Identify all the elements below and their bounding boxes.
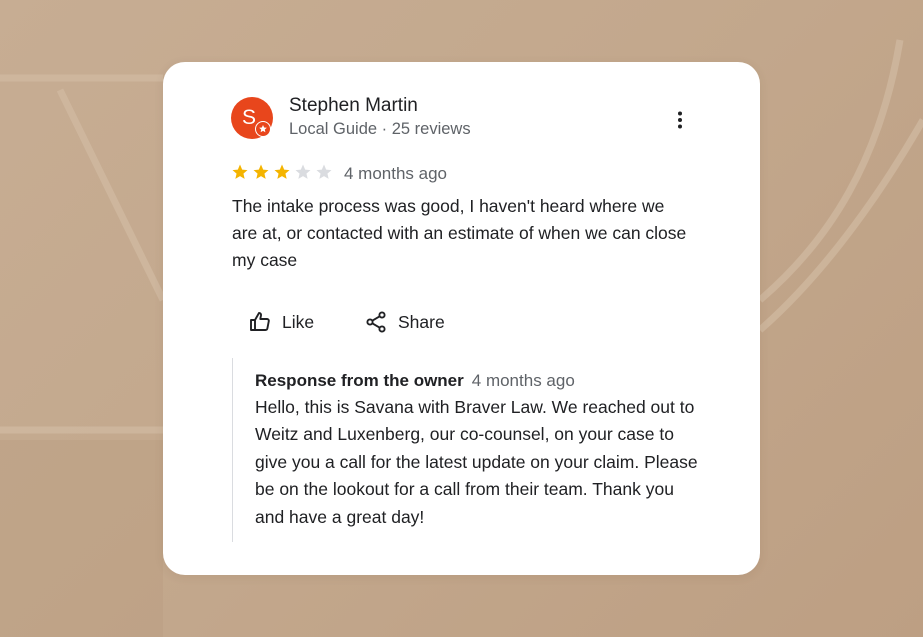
reviewer-name[interactable]: Stephen Martin	[289, 95, 418, 117]
share-icon	[366, 311, 386, 333]
review-card: S Stephen Martin Local Guide · 25 review…	[163, 62, 760, 575]
star-filled-icon	[232, 164, 248, 179]
more-options-button[interactable]	[666, 106, 694, 134]
star-empty-icon	[295, 164, 311, 179]
like-button[interactable]: Like	[248, 308, 314, 336]
thumb-up-outline-icon	[250, 312, 270, 331]
owner-response-title: Response from the owner	[255, 371, 464, 390]
owner-response-header: Response from the owner 4 months ago	[255, 371, 575, 391]
local-guide-star-icon	[255, 121, 271, 137]
owner-response-time: 4 months ago	[471, 371, 575, 390]
owner-response: Response from the owner 4 months ago Hell…	[232, 358, 703, 542]
avatar[interactable]: S	[231, 97, 273, 139]
review-time: 4 months ago	[344, 164, 448, 183]
reviewer-meta: Local Guide · 25 reviews	[289, 120, 471, 138]
star-empty-icon	[316, 164, 332, 179]
star-filled-icon	[274, 164, 290, 179]
star-rating	[231, 163, 333, 183]
owner-response-text: Hello, this is Savana with Braver Law. W…	[255, 397, 698, 527]
share-button[interactable]: Share	[364, 308, 445, 336]
star-filled-icon	[253, 164, 269, 179]
like-label: Like	[282, 311, 315, 332]
review-text: The intake process was good, I haven't h…	[232, 196, 687, 270]
more-vert-icon	[678, 111, 682, 129]
share-label: Share	[398, 311, 445, 332]
